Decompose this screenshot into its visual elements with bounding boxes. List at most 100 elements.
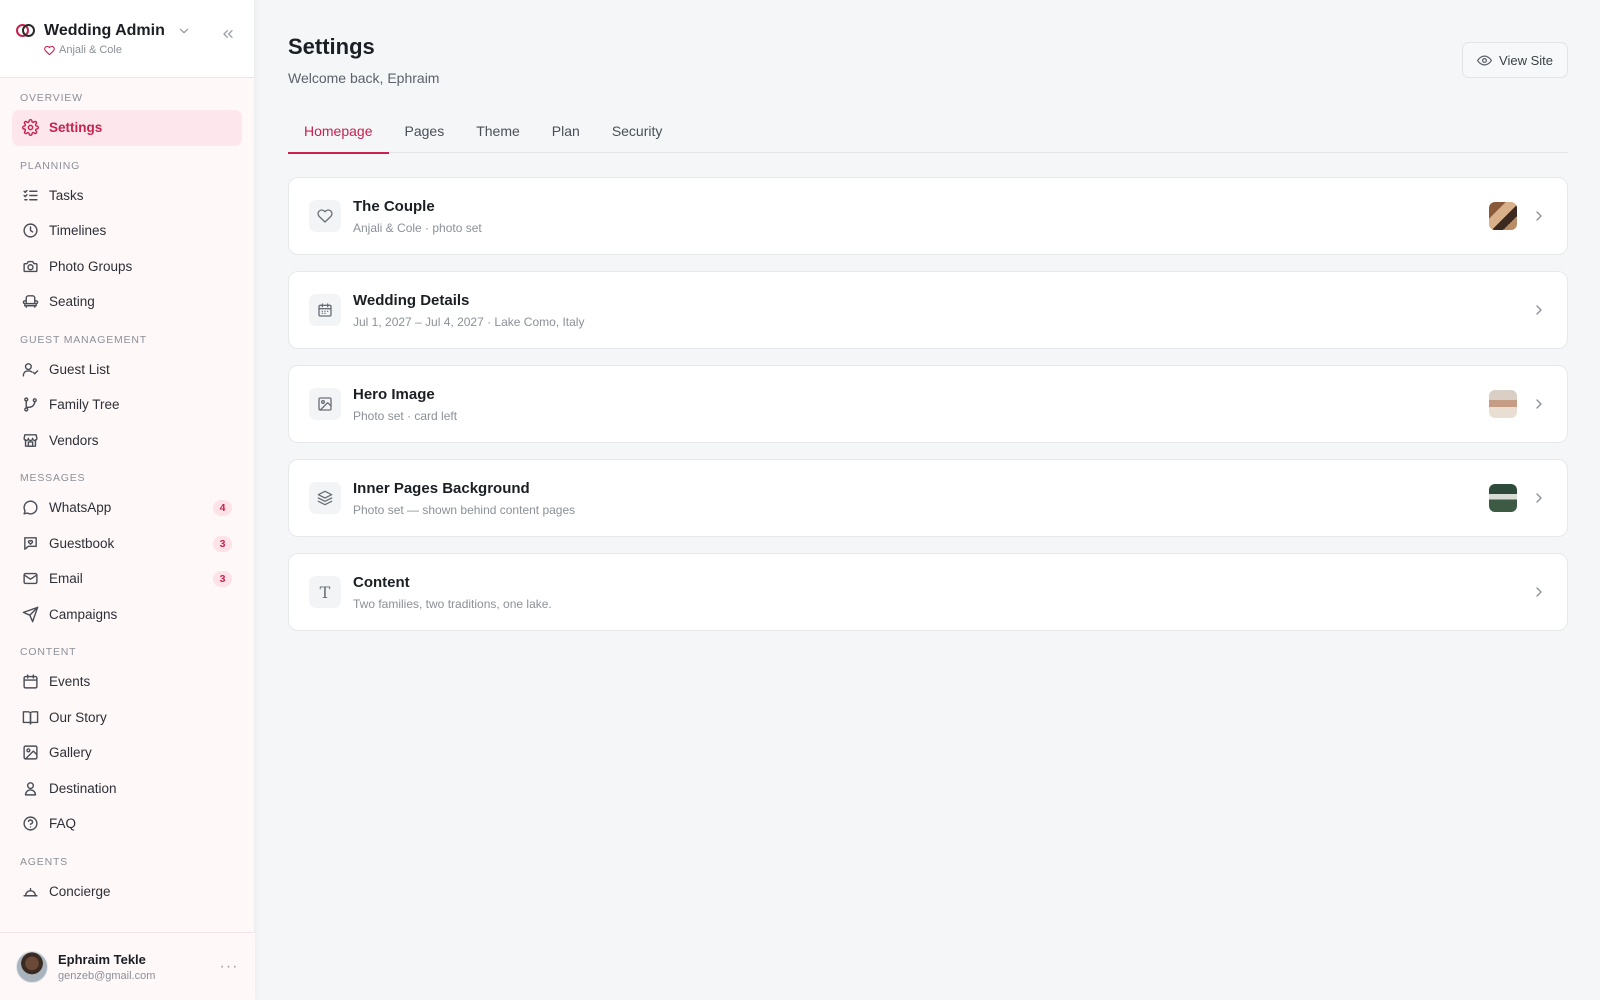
section-label-content: CONTENT — [20, 646, 77, 658]
sidebar-item-guest-list[interactable]: Guest List — [12, 352, 242, 388]
section-label-planning: PLANNING — [20, 159, 81, 172]
card-title: Wedding Details — [353, 291, 470, 309]
collapse-sidebar-icon[interactable] — [220, 26, 236, 42]
chevron-down-icon[interactable] — [177, 24, 191, 38]
branch-icon — [24, 397, 37, 412]
heart-icon — [317, 209, 333, 223]
card-title: Content — [353, 573, 410, 591]
sidebar-item-faq[interactable]: FAQ — [12, 806, 242, 842]
image-icon — [318, 397, 332, 411]
sidebar-item-tasks[interactable]: Tasks — [12, 178, 242, 214]
image-icon — [23, 745, 38, 760]
calendar-icon — [23, 674, 38, 689]
sidebar-nav: OVERVIEW Settings PLANNING Tasks Timelin… — [0, 78, 254, 923]
section-label-guest-management: GUEST MANAGEMENT — [20, 333, 147, 346]
main-content: Settings Welcome back, Ephraim View Site… — [288, 0, 1568, 1000]
couple-photo-thumbnail — [1489, 202, 1517, 230]
sidebar-item-vendors[interactable]: Vendors — [12, 423, 242, 459]
tab-security[interactable]: Security — [596, 112, 679, 153]
card-title: Inner Pages Background — [353, 479, 530, 497]
sidebar-item-label: Family Tree — [49, 397, 120, 413]
unread-count-badge: 4 — [213, 500, 232, 516]
more-options-icon[interactable]: ··· — [219, 958, 239, 976]
user-name: Ephraim Tekle — [58, 951, 146, 967]
card-the-couple[interactable]: The Couple Anjali & Cole · photo set — [288, 177, 1568, 255]
map-pin-icon — [24, 781, 37, 796]
app-switcher[interactable]: Wedding Admin — [44, 22, 165, 40]
card-wedding-details[interactable]: Wedding Details Jul 1, 2027 – Jul 4, 202… — [288, 271, 1568, 349]
tab-homepage[interactable]: Homepage — [288, 112, 389, 154]
card-subtitle: Photo set — shown behind content pages — [353, 502, 576, 517]
sidebar-item-campaigns[interactable]: Campaigns — [12, 597, 242, 633]
sidebar-item-label: Gallery — [49, 745, 92, 761]
card-subtitle: Photo set · card left — [353, 408, 458, 423]
card-inner-pages-background[interactable]: Inner Pages Background Photo set — shown… — [288, 459, 1568, 537]
user-email: genzeb@gmail.com — [58, 969, 156, 982]
chevron-right-icon — [1536, 399, 1542, 409]
sidebar-item-label: Timelines — [49, 223, 107, 239]
sidebar-item-our-story[interactable]: Our Story — [12, 700, 242, 736]
view-site-label: View Site — [1499, 52, 1553, 68]
avatar — [16, 950, 48, 983]
page-title: Settings — [288, 34, 375, 59]
sidebar-item-concierge[interactable]: Concierge — [12, 874, 242, 910]
help-circle-icon — [23, 816, 38, 831]
gear-icon — [22, 119, 39, 137]
sidebar-item-label: Vendors — [49, 432, 99, 448]
section-label-overview: OVERVIEW — [20, 92, 83, 104]
user-profile[interactable]: Ephraim Tekle genzeb@gmail.com ··· — [0, 932, 255, 1000]
sidebar: Wedding Admin Anjali & Cole OVERVIEW Set… — [0, 0, 255, 1000]
sidebar-item-label: Settings — [49, 120, 103, 136]
sidebar-item-label: Concierge — [49, 883, 111, 899]
chevron-right-icon — [1536, 493, 1542, 503]
layers-icon — [317, 490, 333, 506]
card-subtitle: Anjali & Cole · photo set — [353, 220, 482, 235]
sidebar-item-events[interactable]: Events — [12, 664, 242, 700]
section-label-agents: AGENTS — [20, 855, 68, 868]
sidebar-item-seating[interactable]: Seating — [12, 284, 242, 320]
eye-icon — [1477, 55, 1493, 65]
concierge-icon — [23, 887, 38, 897]
text-icon: T — [319, 582, 331, 602]
card-hero-image[interactable]: Hero Image Photo set · card left — [288, 365, 1568, 443]
sidebar-item-label: Guest List — [49, 361, 110, 377]
chat-bubble-icon — [23, 500, 38, 515]
sidebar-item-settings[interactable]: Settings — [12, 110, 242, 146]
sidebar-item-label: WhatsApp — [49, 500, 112, 516]
sidebar-item-whatsapp[interactable]: WhatsApp 4 — [12, 490, 242, 526]
chevron-right-icon — [1536, 211, 1542, 221]
book-icon — [22, 710, 39, 725]
brand-header: Wedding Admin Anjali & Cole — [0, 0, 254, 78]
sidebar-item-label: Seating — [49, 294, 95, 310]
rings-logo-icon — [16, 23, 36, 39]
checklist-icon — [23, 189, 38, 201]
couple-name: Anjali & Cole — [59, 44, 122, 56]
tab-pages[interactable]: Pages — [389, 112, 461, 153]
unread-count-badge: 3 — [213, 571, 232, 587]
store-icon — [23, 433, 38, 447]
unread-count-badge: 3 — [213, 535, 232, 552]
sidebar-item-family-tree[interactable]: Family Tree — [12, 387, 242, 423]
sidebar-item-label: Campaigns — [49, 606, 118, 622]
inner-background-thumbnail — [1489, 484, 1517, 512]
chevron-right-icon — [1536, 305, 1542, 315]
sidebar-item-photo-groups[interactable]: Photo Groups — [12, 249, 242, 285]
view-site-button[interactable]: View Site — [1462, 42, 1568, 78]
card-content[interactable]: T Content Two families, two traditions, … — [288, 553, 1568, 631]
sidebar-item-label: Events — [49, 674, 91, 690]
chevron-right-icon — [1536, 587, 1542, 597]
sidebar-item-label: Photo Groups — [49, 258, 133, 274]
hero-photo-thumbnail — [1489, 390, 1517, 418]
sidebar-item-guestbook[interactable]: Guestbook 3 — [12, 526, 242, 562]
sidebar-item-email[interactable]: Email 3 — [12, 561, 242, 597]
mail-icon — [23, 573, 38, 585]
camera-icon — [23, 260, 38, 272]
card-subtitle: Two families, two traditions, one lake. — [353, 596, 552, 611]
tab-plan[interactable]: Plan — [536, 112, 596, 153]
sidebar-item-gallery[interactable]: Gallery — [12, 735, 242, 771]
sidebar-item-destination[interactable]: Destination — [12, 771, 242, 807]
sidebar-item-label: FAQ — [49, 816, 77, 832]
sidebar-item-timelines[interactable]: Timelines — [12, 213, 242, 249]
sidebar-item-label: Guestbook — [49, 535, 115, 551]
tab-theme[interactable]: Theme — [460, 112, 536, 153]
